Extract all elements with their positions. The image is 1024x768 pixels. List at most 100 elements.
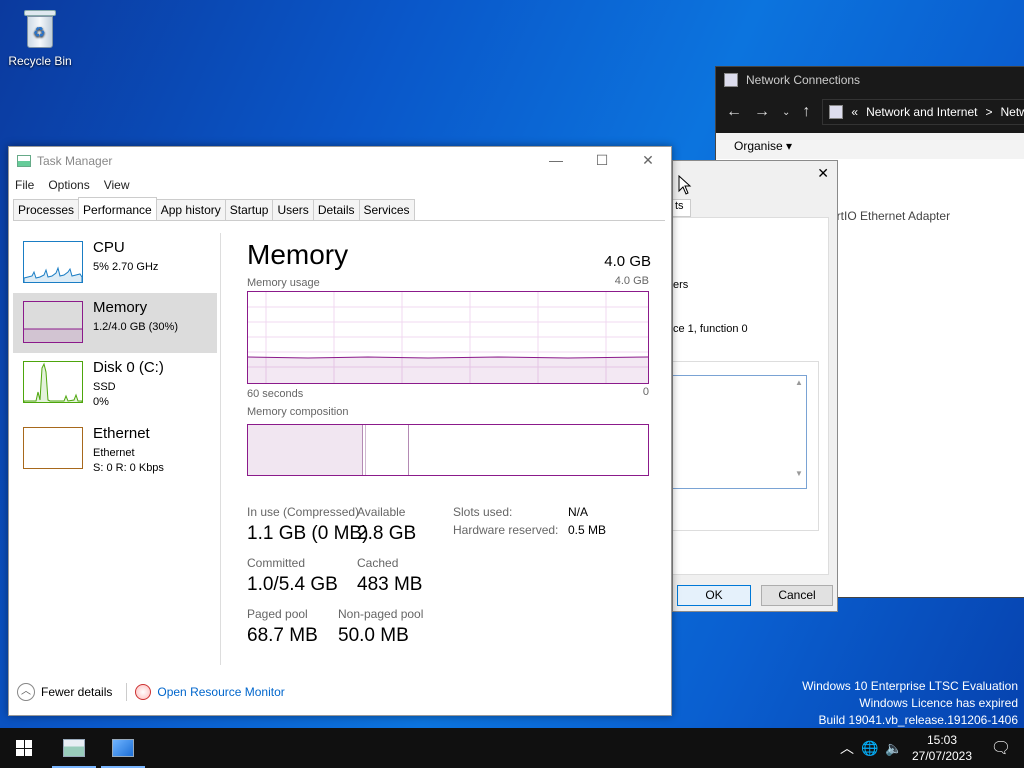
windows-logo-icon <box>16 740 32 756</box>
resource-name: CPU <box>93 239 125 256</box>
menu-view[interactable]: View <box>104 178 130 192</box>
memory-panel: Memory 4.0 GB Memory usage 4.0 GB 60 sec… <box>247 239 651 646</box>
menu-file[interactable]: File <box>15 178 34 192</box>
resource-memory[interactable]: Memory 1.2/4.0 GB (30%) <box>13 293 217 353</box>
available-stat: Available 2.8 GB <box>357 505 417 544</box>
tab-details[interactable]: Details <box>312 199 360 220</box>
resource-name: Memory <box>93 299 148 316</box>
close-button[interactable]: ✕ <box>625 147 671 173</box>
memory-usage-label: Memory usage <box>247 277 320 289</box>
tab-bar: Processes Performance App history Startu… <box>13 197 665 221</box>
taskbar-task-manager[interactable] <box>50 728 98 768</box>
clock-time: 15:03 <box>926 733 958 747</box>
chevron-up-icon: ︿ <box>17 683 35 701</box>
cpu-mini-graph <box>23 241 83 283</box>
memory-composition-label: Memory composition <box>247 406 349 418</box>
clock-date: 27/07/2023 <box>911 749 973 763</box>
fewer-details-button[interactable]: ︿ Fewer details <box>17 683 112 701</box>
show-hidden-icons-chevron-icon[interactable]: ︿ <box>836 738 858 758</box>
tab-users[interactable]: Users <box>272 199 314 220</box>
adapter-description[interactable]: irtIO Ethernet Adapter <box>834 209 950 223</box>
task-manager-icon <box>17 155 31 167</box>
slots-used-value: N/A <box>568 505 589 519</box>
activation-watermark: Windows 10 Enterprise LTSC Evaluation Wi… <box>802 678 1018 729</box>
resource-ethernet[interactable]: Ethernet Ethernet S: 0 R: 0 Kbps <box>13 419 217 479</box>
in-use-stat: In use (Compressed) 1.1 GB (0 MB) <box>247 505 369 544</box>
close-icon[interactable]: ✕ <box>817 165 829 182</box>
task-manager-title: Task Manager <box>37 154 113 168</box>
breadcrumb-network-and-internet[interactable]: Network and Internet <box>866 105 977 119</box>
recent-locations-chevron-icon[interactable]: ⌄ <box>782 107 790 118</box>
address-bar[interactable]: « Network and Internet > Netw <box>822 99 1024 125</box>
tab-performance[interactable]: Performance <box>78 197 157 220</box>
slots-used-label: Slots used: <box>453 505 513 519</box>
language-globe-icon[interactable]: 🌐 <box>858 740 882 757</box>
resource-detail-2: S: 0 R: 0 Kbps <box>93 462 164 474</box>
properties-text-fragment: ers <box>673 279 689 291</box>
breadcrumb-separator: > <box>985 105 993 119</box>
paged-pool-stat: Paged pool 68.7 MB <box>247 607 318 646</box>
minimize-button[interactable]: — <box>533 147 579 173</box>
committed-stat: Committed 1.0/5.4 GB <box>247 556 338 595</box>
menu-options[interactable]: Options <box>48 178 89 192</box>
tab-processes[interactable]: Processes <box>13 199 80 220</box>
menu-bar: File Options View <box>9 175 671 195</box>
properties-tab-fragment[interactable]: ts <box>673 199 691 217</box>
memory-usage-max: 4.0 GB <box>614 275 649 287</box>
memory-usage-graph <box>247 291 649 384</box>
graph-time-right: 0 <box>642 386 649 398</box>
watermark-line-3: Build 19041.vb_release.191206-1406 <box>818 713 1019 727</box>
task-manager-taskbar-icon <box>63 739 85 757</box>
start-button[interactable] <box>0 728 48 768</box>
taskbar-clock[interactable]: 15:03 27/07/2023 <box>906 732 978 764</box>
up-arrow-icon[interactable]: ↑ <box>802 103 810 121</box>
back-arrow-icon[interactable]: ← <box>726 103 742 121</box>
open-resource-monitor-link[interactable]: Open Resource Monitor <box>135 684 285 700</box>
resource-list: CPU 5% 2.70 GHz Memory 1.2/4.0 GB (30%) … <box>9 233 221 665</box>
resource-detail-2: 0% <box>93 396 109 408</box>
maximize-button[interactable]: ☐ <box>579 147 625 173</box>
tab-app-history[interactable]: App history <box>155 199 226 220</box>
ethernet-mini-graph <box>23 427 83 469</box>
panel-title: Memory <box>247 239 349 270</box>
adapter-properties-dialog: ✕ ts ers ce 1, function 0 ▲ ▼ OK Cancel <box>672 160 838 612</box>
taskbar-network-connections[interactable] <box>99 728 147 768</box>
tab-services[interactable]: Services <box>358 199 415 220</box>
ok-button[interactable]: OK <box>677 585 751 606</box>
resource-detail: Ethernet <box>93 447 135 459</box>
hardware-reserved-value: 0.5 MB <box>568 523 607 537</box>
graph-time-left: 60 seconds <box>247 388 304 400</box>
organise-menu-button[interactable]: Organise ▾ <box>716 133 1024 159</box>
resource-name: Disk 0 (C:) <box>93 359 164 376</box>
properties-listbox[interactable]: ▲ ▼ <box>673 375 807 489</box>
forward-arrow-icon[interactable]: → <box>754 103 770 121</box>
listbox-scrollbar[interactable]: ▲ ▼ <box>792 376 806 488</box>
network-window-titlebar[interactable]: Network Connections <box>716 67 1024 93</box>
cancel-button[interactable]: Cancel <box>761 585 833 606</box>
resource-disk[interactable]: Disk 0 (C:) SSD 0% <box>13 353 217 413</box>
breadcrumb-network-connections[interactable]: Netw <box>1001 105 1024 119</box>
recycle-bin-icon[interactable]: ♻ Recycle Bin <box>4 8 76 68</box>
non-paged-pool-stat: Non-paged pool 50.0 MB <box>338 607 424 646</box>
recycle-bin-graphic: ♻ <box>22 8 58 50</box>
resource-cpu[interactable]: CPU 5% 2.70 GHz <box>13 233 217 293</box>
resource-detail: 1.2/4.0 GB (30%) <box>93 321 178 333</box>
task-manager-footer: ︿ Fewer details Open Resource Monitor <box>9 669 671 715</box>
open-resource-monitor-label: Open Resource Monitor <box>157 685 285 699</box>
volume-muted-icon[interactable]: 🔈 <box>882 740 906 757</box>
location-text-fragment: ce 1, function 0 <box>673 323 748 335</box>
address-bar-row: ← → ⌄ ↑ « Network and Internet > Netw <box>716 93 1024 131</box>
tab-startup[interactable]: Startup <box>224 199 274 220</box>
system-tray: ︿ 🌐 🔈 15:03 27/07/2023 🗨 <box>836 728 1024 768</box>
notifications-icon[interactable]: 🗨 <box>978 738 1024 758</box>
mouse-cursor-icon <box>678 175 692 195</box>
control-panel-icon <box>829 105 844 119</box>
resource-name: Ethernet <box>93 425 150 442</box>
breadcrumb-prefix[interactable]: « <box>851 105 858 119</box>
taskbar: ︿ 🌐 🔈 15:03 27/07/2023 🗨 <box>0 728 1024 768</box>
memory-mini-graph <box>23 301 83 343</box>
hardware-reserved-label: Hardware reserved: <box>453 523 559 537</box>
watermark-line-1: Windows 10 Enterprise LTSC Evaluation <box>802 679 1018 693</box>
fewer-details-label: Fewer details <box>41 685 113 699</box>
resource-monitor-icon <box>135 684 152 700</box>
